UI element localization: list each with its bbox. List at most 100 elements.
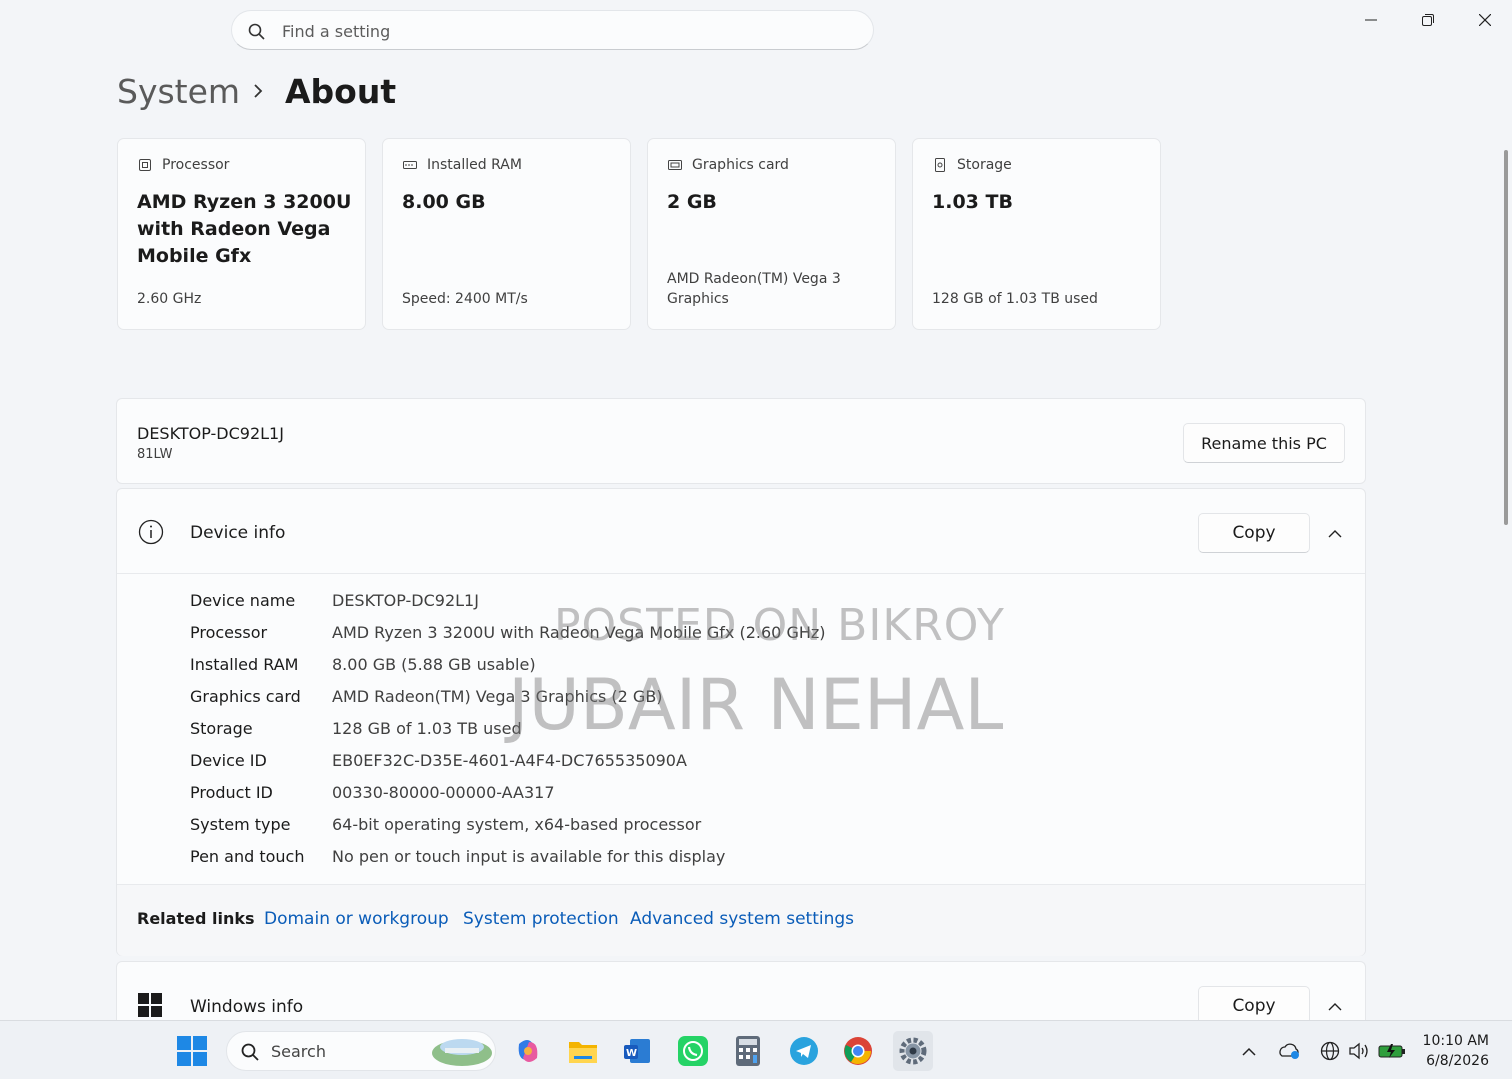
ram-card: Installed RAM 8.00 GB Speed: 2400 MT/s	[382, 138, 631, 330]
cloud-sync-icon	[1279, 1043, 1299, 1059]
info-value[interactable]: 64-bit operating system, x64-based proce…	[332, 815, 701, 834]
info-value[interactable]: 00330-80000-00000-AA317	[332, 783, 555, 802]
info-value[interactable]: EB0EF32C-D35E-4601-A4F4-DC765535090A	[332, 751, 687, 770]
taskbar-search-label: Search	[271, 1042, 326, 1061]
minimize-icon	[1364, 19, 1377, 21]
pc-name-panel: DESKTOP-DC92L1J 81LW Rename this PC	[116, 398, 1366, 484]
word-icon: W	[624, 1039, 650, 1063]
system-protection-link[interactable]: System protection	[463, 909, 619, 929]
info-key: Installed RAM	[190, 654, 299, 674]
divider	[117, 573, 1365, 574]
search-box[interactable]	[231, 10, 874, 50]
onedrive-tray[interactable]	[1270, 1031, 1308, 1071]
card-value: 1.03 TB	[932, 191, 1013, 213]
info-value[interactable]: AMD Ryzen 3 3200U with Radeon Vega Mobil…	[332, 623, 826, 642]
clock-date: 6/8/2026	[1426, 1053, 1489, 1069]
folder-icon	[569, 1042, 597, 1063]
card-sub: 128 GB of 1.03 TB used	[932, 291, 1098, 307]
info-value[interactable]: AMD Radeon(TM) Vega 3 Graphics (2 GB)	[332, 687, 663, 706]
file-explorer-app[interactable]	[563, 1031, 603, 1071]
restore-icon	[1421, 14, 1434, 26]
info-value[interactable]: 8.00 GB (5.88 GB usable)	[332, 655, 536, 674]
restore-button[interactable]	[1399, 0, 1456, 40]
search-icon	[241, 1043, 259, 1061]
whatsapp-icon	[678, 1036, 708, 1066]
speaker-icon	[1349, 1042, 1368, 1060]
settings-app[interactable]	[893, 1031, 933, 1071]
card-sub: AMD Radeon(TM) Vega 3 Graphics	[667, 271, 841, 307]
vertical-scrollbar[interactable]	[1504, 150, 1508, 525]
whatsapp-app[interactable]	[673, 1031, 713, 1071]
info-key: Storage	[190, 718, 253, 738]
rename-pc-button[interactable]: Rename this PC	[1183, 423, 1345, 463]
card-value: AMD Ryzen 3 3200U with Radeon Vega Mobil…	[137, 191, 352, 267]
domain-workgroup-link[interactable]: Domain or workgroup	[264, 909, 449, 929]
info-key: System type	[190, 814, 291, 834]
card-label: Storage	[957, 157, 1012, 173]
start-button[interactable]	[172, 1031, 212, 1071]
ram-icon	[403, 161, 417, 169]
breadcrumb-system[interactable]: System	[117, 72, 240, 111]
card-value: 8.00 GB	[402, 191, 486, 213]
chevron-up-icon	[1328, 1002, 1342, 1010]
telegram-app[interactable]	[784, 1031, 824, 1071]
windows-info-title: Windows info	[190, 997, 304, 1017]
chevron-right-icon	[254, 84, 263, 98]
info-row-storage: Storage 128 GB of 1.03 TB used	[190, 712, 826, 744]
pc-name: DESKTOP-DC92L1J	[137, 424, 284, 443]
battery-charging-icon	[1378, 1044, 1405, 1058]
copilot-icon	[518, 1040, 538, 1062]
info-row-installed-ram: Installed RAM 8.00 GB (5.88 GB usable)	[190, 648, 826, 680]
info-value[interactable]: DESKTOP-DC92L1J	[332, 591, 479, 610]
info-value[interactable]: No pen or touch input is available for t…	[332, 847, 725, 866]
chevron-up-icon	[1328, 529, 1342, 537]
info-key: Graphics card	[190, 686, 301, 706]
chrome-app[interactable]	[838, 1031, 878, 1071]
info-value[interactable]: 128 GB of 1.03 TB used	[332, 719, 522, 738]
globe-icon	[1320, 1041, 1340, 1061]
info-row-processor: Processor AMD Ryzen 3 3200U with Radeon V…	[190, 616, 826, 648]
copy-device-info-button[interactable]: Copy	[1198, 513, 1310, 553]
info-row-system-type: System type 64-bit operating system, x64-…	[190, 808, 826, 840]
chevron-up-icon	[1242, 1047, 1256, 1056]
collapse-windows-info-button[interactable]	[1320, 991, 1350, 1021]
info-row-graphics-card: Graphics card AMD Radeon(TM) Vega 3 Graph…	[190, 680, 826, 712]
processor-card: Processor AMD Ryzen 3 3200U with Radeon …	[117, 138, 366, 330]
word-app[interactable]: W	[617, 1031, 657, 1071]
graphics-card-icon	[668, 160, 682, 170]
chrome-icon	[844, 1037, 872, 1065]
copilot-app[interactable]	[508, 1031, 548, 1071]
search-highlight-icon	[432, 1039, 492, 1066]
calculator-app[interactable]	[728, 1031, 768, 1071]
show-hidden-icons-button[interactable]	[1230, 1031, 1268, 1071]
card-sub: Speed: 2400 MT/s	[402, 291, 528, 307]
clock-time: 10:10 AM	[1422, 1033, 1489, 1049]
close-icon	[1478, 14, 1491, 26]
device-info-list: Device name DESKTOP-DC92L1J Processor AMD …	[190, 584, 826, 872]
storage-card: Storage 1.03 TB 128 GB of 1.03 TB used	[912, 138, 1161, 330]
search-input[interactable]	[282, 19, 842, 43]
pc-model: 81LW	[137, 447, 173, 462]
related-links-label: Related links	[137, 909, 255, 928]
info-row-pen-touch: Pen and touch No pen or touch input is av…	[190, 840, 826, 872]
windows-start-icon	[177, 1036, 207, 1066]
card-sub: 2.60 GHz	[137, 291, 202, 307]
device-info-panel: Device info Copy Device name DESKTOP-DC92…	[116, 488, 1366, 956]
telegram-icon	[790, 1037, 818, 1065]
related-links-bar: Related links Domain or workgroup System…	[117, 884, 1365, 956]
advanced-system-settings-link[interactable]: Advanced system settings	[630, 909, 854, 929]
info-row-product-id: Product ID 00330-80000-00000-AA317	[190, 776, 826, 808]
clock[interactable]: 10:10 AM 6/8/2026	[1423, 1031, 1489, 1071]
gear-icon	[899, 1037, 927, 1065]
taskbar: Search W 10:10 AM 6/8/2026	[0, 1020, 1512, 1079]
close-button[interactable]	[1456, 0, 1512, 40]
windows-logo-icon	[138, 993, 162, 1017]
minimize-button[interactable]	[1342, 0, 1399, 40]
taskbar-search[interactable]: Search	[226, 1031, 496, 1071]
battery-tray[interactable]	[1373, 1031, 1411, 1071]
info-row-device-name: Device name DESKTOP-DC92L1J	[190, 584, 826, 616]
info-key: Device ID	[190, 750, 267, 770]
info-key: Product ID	[190, 782, 273, 802]
storage-icon	[935, 158, 945, 172]
collapse-device-info-button[interactable]	[1320, 518, 1350, 548]
